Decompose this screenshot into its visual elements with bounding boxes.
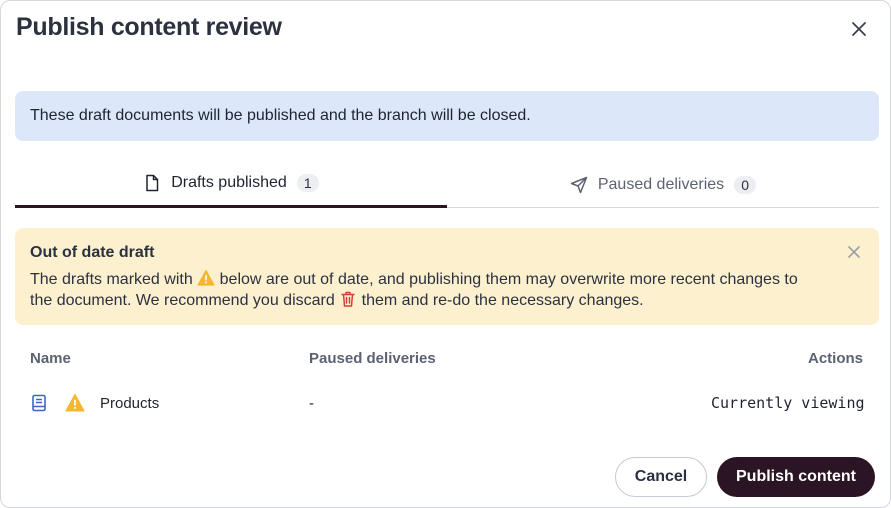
trash-icon <box>339 290 357 308</box>
row-paused-deliveries: - <box>309 394 314 412</box>
close-icon <box>851 21 867 37</box>
close-icon <box>846 244 862 260</box>
dialog-title: Publish content review <box>16 13 282 41</box>
tab-paused-label: Paused deliveries <box>597 175 725 193</box>
warning-text-part3: them and re-do the necessary changes. <box>361 292 644 309</box>
tab-drafts-published[interactable]: Drafts published 1 <box>15 161 447 208</box>
row-action-status: Currently viewing <box>711 394 865 412</box>
tab-drafts-count: 1 <box>296 174 319 192</box>
warning-icon <box>65 387 85 419</box>
info-banner-text: These draft documents will be published … <box>30 107 531 124</box>
document-icon <box>143 174 161 192</box>
info-banner: These draft documents will be published … <box>15 91 879 141</box>
column-header-paused: Paused deliveries <box>309 350 436 367</box>
row-name[interactable]: Products <box>100 387 159 419</box>
warning-icon <box>197 269 215 287</box>
send-icon <box>570 176 588 194</box>
tab-bar: Drafts published 1 Paused deliveries 0 <box>15 161 879 208</box>
tab-drafts-label: Drafts published <box>171 174 287 191</box>
table-row: Products - Currently viewing <box>15 387 879 419</box>
publish-content-button[interactable]: Publish content <box>717 457 875 497</box>
warning-title: Out of date draft <box>30 244 155 261</box>
warning-text-part1: The drafts marked with <box>30 271 193 288</box>
tab-paused-deliveries[interactable]: Paused deliveries 0 <box>447 161 879 208</box>
cancel-button[interactable]: Cancel <box>615 457 707 497</box>
book-icon <box>30 387 48 419</box>
tab-paused-count: 0 <box>734 175 757 194</box>
column-header-name: Name <box>30 350 71 367</box>
publish-review-dialog: Publish content review These draft docum… <box>0 0 891 508</box>
column-header-actions: Actions <box>808 350 864 367</box>
out-of-date-warning: Out of date draft The drafts marked with… <box>15 228 879 325</box>
warning-text: The drafts marked with below are out of … <box>30 269 820 311</box>
close-button[interactable] <box>847 17 871 41</box>
warning-dismiss-button[interactable] <box>846 244 862 260</box>
